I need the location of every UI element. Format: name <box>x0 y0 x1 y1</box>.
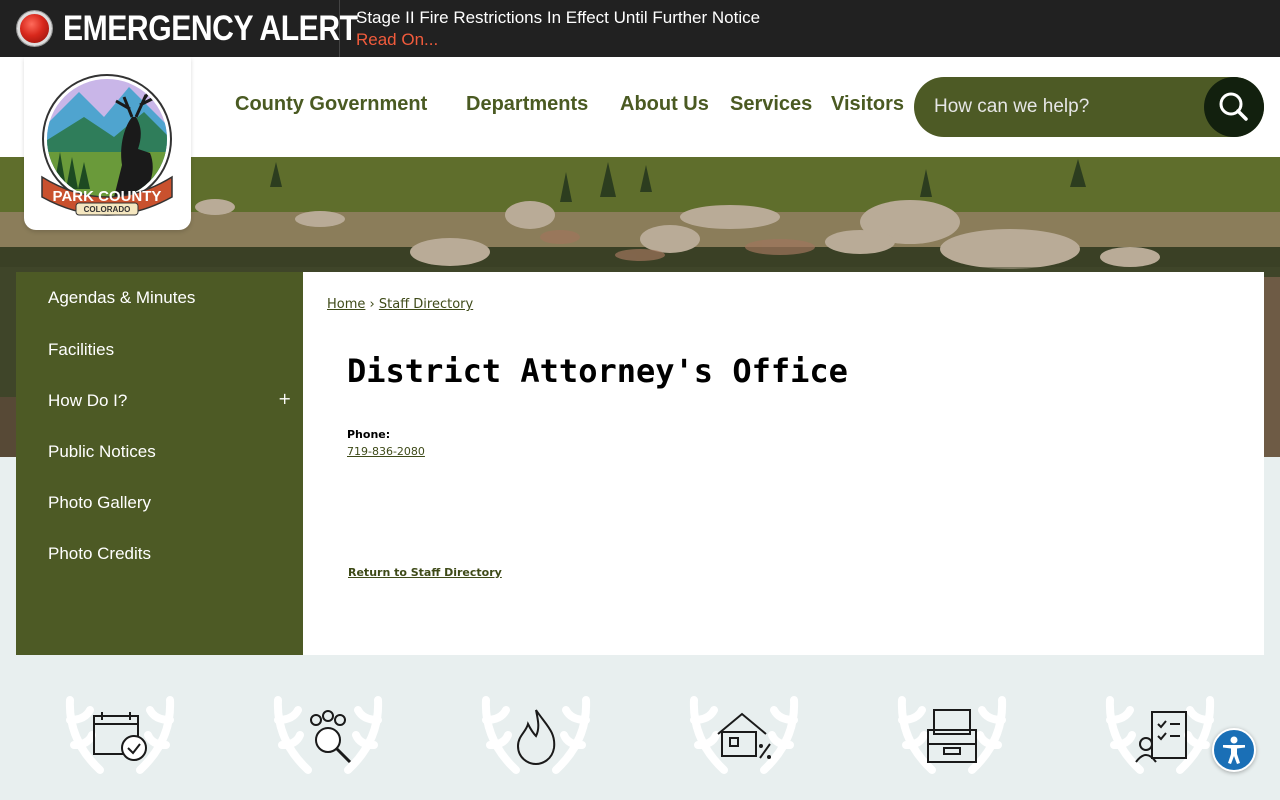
breadcrumb-staff-directory-link[interactable]: Staff Directory <box>379 297 473 312</box>
alert-message: Stage II Fire Restrictions In Effect Unt… <box>356 8 761 27</box>
expand-icon[interactable]: + <box>278 389 291 408</box>
fire-icon <box>481 696 591 774</box>
staff-search-icon <box>273 696 383 774</box>
phone-link[interactable]: 719-836-2080 <box>347 445 425 458</box>
breadcrumb-home-link[interactable]: Home <box>327 297 365 312</box>
alert-light-icon <box>17 11 52 46</box>
breadcrumb-separator: › <box>369 297 375 312</box>
breadcrumb: Home › Staff Directory <box>327 297 473 312</box>
quick-link-staff-search[interactable] <box>268 690 388 784</box>
nav-visitors[interactable]: Visitors <box>831 93 904 116</box>
quick-link-fire[interactable] <box>476 690 596 784</box>
quick-link-calendar[interactable] <box>60 690 180 784</box>
nav-county-government[interactable]: County Government <box>235 93 427 116</box>
sidebar-item-how-do-i[interactable]: How Do I? <box>48 391 127 411</box>
records-icon <box>897 696 1007 774</box>
page-title: District Attorney's Office <box>347 352 848 390</box>
search-icon <box>1219 92 1248 121</box>
emergency-alert-bar: EMERGENCY ALERT Stage II Fire Restrictio… <box>0 0 1280 57</box>
quick-link-checklist[interactable] <box>1100 690 1220 784</box>
calendar-icon <box>65 696 175 774</box>
sidebar-item-photo-gallery[interactable]: Photo Gallery <box>48 493 151 513</box>
search-input[interactable] <box>934 87 1194 127</box>
accessibility-button[interactable] <box>1212 728 1256 772</box>
park-county-logo-icon: PARK COUNTY COLORADO <box>41 74 173 216</box>
search-button[interactable] <box>1204 77 1264 137</box>
logo-wordmark: PARK COUNTY <box>53 188 162 205</box>
quick-link-property-tax[interactable] <box>684 690 804 784</box>
checklist-icon <box>1105 696 1215 774</box>
county-logo[interactable]: PARK COUNTY COLORADO <box>24 57 191 230</box>
return-to-staff-directory-link[interactable]: Return to Staff Directory <box>348 566 502 579</box>
phone-label: Phone: <box>347 428 391 441</box>
logo-subtitle: COLORADO <box>84 205 131 214</box>
alert-title: EMERGENCY ALERT <box>63 9 358 48</box>
alert-read-on-link[interactable]: Read On... <box>356 30 438 50</box>
nav-services[interactable]: Services <box>730 93 812 116</box>
alert-badge: EMERGENCY ALERT <box>0 0 358 57</box>
sidebar-item-facilities[interactable]: Facilities <box>48 340 114 360</box>
nav-about-us[interactable]: About Us <box>620 93 709 116</box>
sidebar-item-agendas-minutes[interactable]: Agendas & Minutes <box>48 288 195 308</box>
property-tax-icon <box>689 696 799 774</box>
main-content <box>303 272 1264 655</box>
sidebar-item-public-notices[interactable]: Public Notices <box>48 442 156 462</box>
sidebar-item-photo-credits[interactable]: Photo Credits <box>48 544 151 564</box>
accessibility-icon <box>1223 736 1245 764</box>
nav-departments[interactable]: Departments <box>466 93 588 116</box>
quick-link-records[interactable] <box>892 690 1012 784</box>
sidebar-nav <box>16 272 303 655</box>
